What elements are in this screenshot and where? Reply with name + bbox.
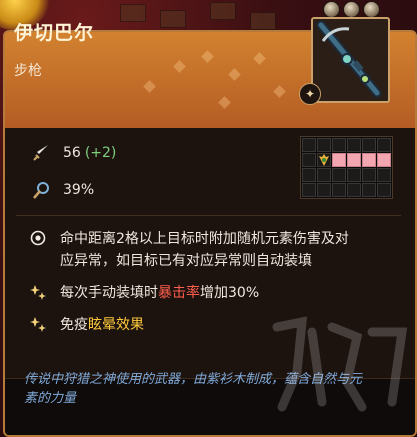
character-icon <box>319 154 329 166</box>
attack-stat: 56 (+2) <box>31 143 116 163</box>
crit-stat: 39% <box>31 180 94 200</box>
attack-value: 56 <box>63 145 81 161</box>
grid-cell <box>332 183 346 197</box>
floor-tile <box>250 12 276 30</box>
weapon-type: 步枪 <box>14 63 42 79</box>
grid-cell <box>332 168 346 182</box>
grid-cell <box>302 138 316 152</box>
decor-diamond <box>218 96 231 109</box>
decor-diamond <box>143 80 156 93</box>
grid-cell <box>317 183 331 197</box>
grid-cell <box>302 153 316 167</box>
grid-cell <box>362 138 376 152</box>
grid-cell <box>362 183 376 197</box>
grid-cell <box>362 168 376 182</box>
trait-text-pre: 免疫 <box>60 317 88 333</box>
trait-highlight: 暴击率 <box>158 285 200 301</box>
rarity-indicator <box>323 1 380 18</box>
trait-ranged-element: 命中距离2格以上目标时附加随机元素伤害及对应异常，如目标已有对应异常则自动装填 <box>28 228 360 272</box>
target-icon <box>28 228 48 272</box>
grid-cell <box>302 183 316 197</box>
stars-icon <box>28 282 48 304</box>
grid-cell <box>302 168 316 182</box>
trait-reload-crit: 每次手动装填时暴击率增加30% <box>28 282 360 304</box>
rarity-gem <box>343 1 360 18</box>
rarity-gem <box>323 1 340 18</box>
rifle-icon <box>316 20 382 98</box>
crit-icon <box>31 180 51 200</box>
grid-cell <box>317 168 331 182</box>
decor-diamond <box>253 52 266 65</box>
floor-tile <box>160 10 186 28</box>
decor-diamond <box>273 85 286 98</box>
trait-text-post: 增加30% <box>200 285 260 301</box>
grid-cell <box>347 168 361 182</box>
weapon-portrait[interactable] <box>311 17 390 103</box>
decor-diamond <box>201 50 214 63</box>
skill-burst-icon: ✦ <box>299 83 321 105</box>
grid-cell-self <box>317 153 331 167</box>
grid-cell-hit <box>377 153 391 167</box>
grid-cell <box>347 183 361 197</box>
attack-bonus: (+2) <box>84 145 117 161</box>
divider <box>16 215 401 216</box>
flavor-text: 传说中狩猎之神使用的武器，由紫衫木制成，蕴含自然与元素的力量 <box>24 372 363 406</box>
grid-cell <box>377 183 391 197</box>
grid-cell <box>377 138 391 152</box>
floor-tile <box>210 2 236 20</box>
grid-cell-hit <box>362 153 376 167</box>
grid-cell-hit <box>332 153 346 167</box>
grid-cell-hit <box>347 153 361 167</box>
crit-value: 39% <box>63 182 95 198</box>
trait-highlight: 眩晕效果 <box>88 317 144 333</box>
grid-cell <box>377 168 391 182</box>
attack-range-grid <box>300 136 393 199</box>
weapon-name: 伊切巴尔 <box>14 22 95 44</box>
rarity-gem <box>363 1 380 18</box>
trait-text-pre: 每次手动装填时 <box>60 285 158 301</box>
decor-diamond <box>173 60 186 73</box>
grid-cell <box>317 138 331 152</box>
grid-cell <box>347 138 361 152</box>
decor-diamond <box>228 68 241 81</box>
trait-stun-immune: 免疫眩晕效果 <box>28 314 360 336</box>
trait-text: 命中距离2格以上目标时附加随机元素伤害及对应异常，如目标已有对应异常则自动装填 <box>60 231 349 269</box>
stars-icon <box>28 314 48 336</box>
sword-icon <box>31 143 51 163</box>
floor-tile <box>120 4 146 22</box>
grid-cell <box>332 138 346 152</box>
